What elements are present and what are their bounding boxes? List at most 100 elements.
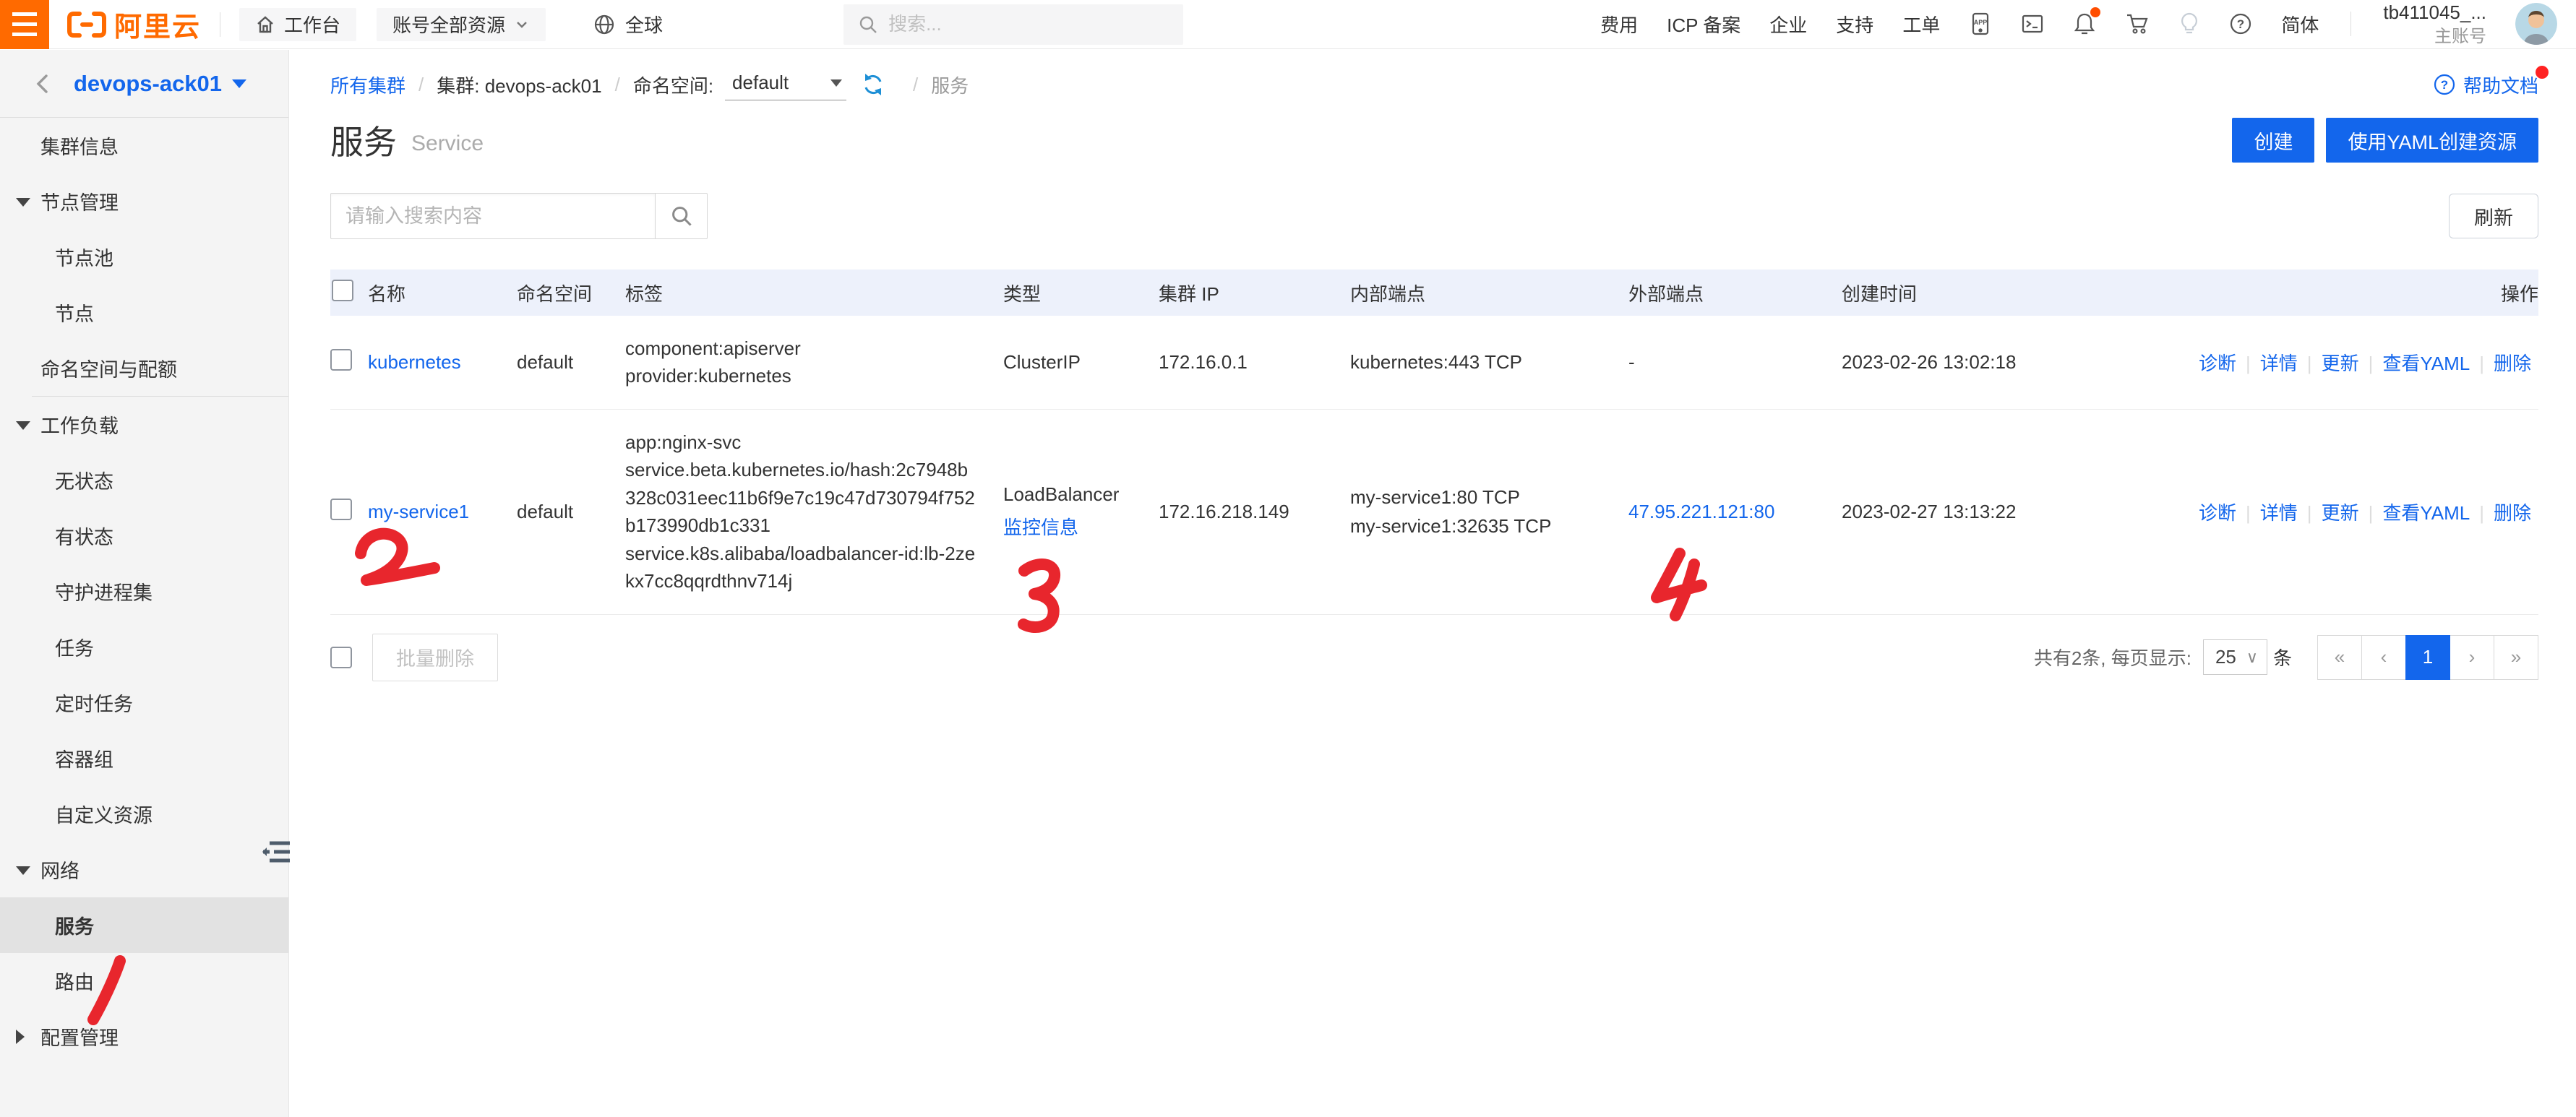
row-checkbox[interactable] [330,499,352,520]
sidebar-item-label: 节点 [55,298,94,327]
action-details-link[interactable]: 详情 [2260,353,2298,374]
sidebar-item-ingresses[interactable]: 路由 [0,953,288,1009]
help-doc-link[interactable]: ? 帮助文档 [2433,72,2538,98]
create-button[interactable]: 创建 [2232,118,2314,163]
action-diagnose-link[interactable]: 诊断 [2199,502,2236,524]
label-item: component:apiserver [625,335,977,362]
breadcrumb-all-clusters[interactable]: 所有集群 [330,72,405,98]
sidebar-group-config-management[interactable]: 配置管理 [0,1009,288,1064]
action-delete-link[interactable]: 删除 [2494,502,2531,524]
table-search-input[interactable] [330,193,656,239]
sidebar-item-custom-resources[interactable]: 自定义资源 [0,786,288,842]
breadcrumb: 所有集群 / 集群: devops-ack01 / 命名空间: default … [290,50,2576,98]
home-icon [255,14,275,35]
sidebar-item-pods[interactable]: 容器组 [0,730,288,786]
table-search-button[interactable] [656,193,708,239]
action-delete-link[interactable]: 删除 [2494,353,2531,374]
sidebar-item-label: 集群信息 [40,131,119,160]
locale-switcher[interactable]: 简体 [2281,11,2319,38]
sidebar-group-workloads[interactable]: 工作负载 [0,397,288,452]
sidebar-group-node-management[interactable]: 节点管理 [0,173,288,229]
service-name-link[interactable]: kubernetes [368,351,461,373]
cell-cluster-ip: 172.16.0.1 [1159,316,1350,409]
sidebar-item-daemonsets[interactable]: 守护进程集 [0,564,288,619]
sidebar-item-nodes[interactable]: 节点 [0,285,288,340]
action-update-link[interactable]: 更新 [2322,502,2359,524]
workbench-button[interactable]: 工作台 [239,8,356,41]
menu-support[interactable]: 支持 [1836,11,1873,38]
create-yaml-button[interactable]: 使用YAML创建资源 [2326,118,2538,163]
notifications-bell-icon[interactable] [2073,12,2096,36]
account-type: 主账号 [2434,25,2486,48]
sidebar-item-label: 无状态 [55,466,113,494]
namespace-refresh-icon[interactable] [861,72,885,97]
breadcrumb-current: 服务 [931,72,969,98]
account-username: tb411045_... [2383,1,2486,25]
pager-prev-button[interactable]: ‹ [2361,635,2406,680]
select-all-checkbox[interactable] [332,280,353,301]
pager-last-button[interactable]: » [2494,635,2538,680]
cart-icon[interactable] [2125,12,2150,35]
namespace-select[interactable]: default [725,69,846,100]
pager-page-1-button[interactable]: 1 [2405,635,2450,680]
account-info[interactable]: tb411045_... 主账号 [2383,1,2486,48]
sidebar-group-network[interactable]: 网络 [0,842,288,897]
global-search[interactable] [843,4,1183,45]
help-doc-red-dot [2536,66,2549,79]
action-details-link[interactable]: 详情 [2260,502,2298,524]
sidebar-item-label: 容器组 [55,744,113,772]
sidebar-item-statefulsets[interactable]: 有状态 [0,508,288,564]
divider: | [2479,353,2484,374]
cluster-name: devops-ack01 [74,71,222,97]
col-labels: 标签 [625,269,1003,316]
account-resources-dropdown[interactable]: 账号全部资源 [377,8,546,41]
menu-tickets[interactable]: 工单 [1902,11,1940,38]
lightbulb-icon[interactable] [2178,12,2200,36]
action-diagnose-link[interactable]: 诊断 [2199,353,2236,374]
cell-type: ClusterIP [1003,316,1159,409]
external-endpoint-link[interactable]: 47.95.221.121:80 [1628,501,1774,522]
batch-delete-button[interactable]: 批量删除 [372,634,498,681]
sidebar-item-services[interactable]: 服务 [0,897,288,953]
row-checkbox[interactable] [330,349,352,371]
chevron-down-icon: ∨ [2246,648,2258,667]
app-icon[interactable]: APP [1969,12,1992,36]
action-view-yaml-link[interactable]: 查看YAML [2382,353,2470,374]
help-question-icon[interactable]: ? [2229,12,2252,35]
divider [2350,12,2351,36]
col-external-endpoint: 外部端点 [1628,269,1842,316]
back-chevron-icon[interactable] [32,72,53,96]
action-update-link[interactable]: 更新 [2322,353,2359,374]
cell-type: LoadBalancer 监控信息 [1003,409,1159,614]
page-size-select[interactable]: 25 ∨ [2203,639,2267,675]
cell-external-endpoint: 47.95.221.121:80 [1628,409,1842,614]
footer-select-checkbox[interactable] [330,647,352,668]
cluster-switcher[interactable]: devops-ack01 [53,71,267,97]
sidebar-item-jobs[interactable]: 任务 [0,619,288,675]
hamburger-menu-icon[interactable] [0,0,49,49]
monitor-info-link[interactable]: 监控信息 [1003,517,1078,538]
refresh-button[interactable]: 刷新 [2449,194,2538,238]
cloudshell-icon[interactable] [2021,12,2044,35]
region-selector[interactable]: 全球 [592,11,663,38]
menu-billing[interactable]: 费用 [1600,11,1638,38]
divider: | [2479,502,2484,524]
pager-next-button[interactable]: › [2450,635,2494,680]
sidebar-item-label: 守护进程集 [55,577,153,605]
sidebar-item-cronjobs[interactable]: 定时任务 [0,675,288,730]
service-name-link[interactable]: my-service1 [368,501,469,522]
alibaba-cloud-logo[interactable]: 阿里云 [66,4,201,44]
sidebar-item-deployments[interactable]: 无状态 [0,452,288,508]
triangle-down-icon [16,421,30,430]
pager-first-button[interactable]: « [2317,635,2362,680]
global-search-input[interactable] [888,13,1163,35]
menu-icp[interactable]: ICP 备案 [1667,11,1740,38]
col-internal-endpoint: 内部端点 [1350,269,1628,316]
action-view-yaml-link[interactable]: 查看YAML [2382,502,2470,524]
sidebar-item-node-pools[interactable]: 节点池 [0,229,288,285]
user-avatar[interactable] [2515,3,2557,45]
sidebar-item-namespaces-quotas[interactable]: 命名空间与配额 [0,340,288,396]
menu-enterprise[interactable]: 企业 [1769,11,1807,38]
collapse-sidebar-icon[interactable] [259,836,293,873]
sidebar-item-cluster-info[interactable]: 集群信息 [0,118,288,173]
